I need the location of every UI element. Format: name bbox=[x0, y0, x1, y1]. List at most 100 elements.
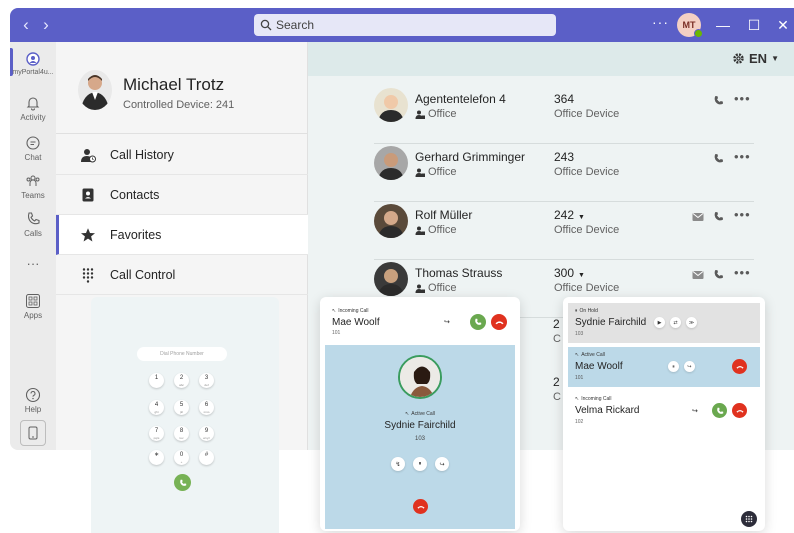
forward-call-icon[interactable]: ↪ bbox=[692, 407, 698, 415]
key-digit: 9 bbox=[204, 428, 209, 434]
more-options-icon[interactable]: ••• bbox=[734, 91, 751, 106]
hold-call-button[interactable]: ⏸ bbox=[668, 361, 679, 372]
maximize-button[interactable]: ☐ bbox=[743, 14, 765, 36]
dialpad-toggle-button[interactable] bbox=[741, 511, 757, 527]
rail-item-teams[interactable]: Teams bbox=[10, 172, 56, 200]
favorite-row[interactable]: Gerhard Grimminger Office 243 Office Device… bbox=[374, 144, 754, 202]
dial-number-input[interactable]: Dial Phone Number bbox=[137, 347, 227, 361]
chevron-down-icon[interactable]: ▼ bbox=[578, 272, 585, 279]
dialpad-key[interactable]: 2 abc bbox=[174, 373, 189, 388]
dialpad-key[interactable]: 1 bbox=[149, 373, 164, 388]
end-call-button[interactable] bbox=[413, 499, 428, 514]
nav-call-history[interactable]: Call History bbox=[56, 135, 308, 175]
contact-photo bbox=[374, 262, 408, 296]
chevron-down-icon[interactable]: ▼ bbox=[578, 214, 585, 221]
language-selector[interactable]: EN ▼ bbox=[732, 51, 779, 66]
forward-call-icon[interactable]: ↪ bbox=[444, 318, 450, 326]
mail-icon[interactable] bbox=[692, 270, 704, 280]
phone-icon bbox=[179, 479, 186, 486]
favorite-row[interactable]: Rolf Müller Office 242 ▼ Office Device ••• bbox=[374, 202, 754, 260]
dialpad-key[interactable]: 9 wxyz bbox=[199, 426, 214, 441]
dial-call-button[interactable] bbox=[174, 474, 191, 491]
location-label: Office bbox=[428, 166, 457, 178]
contact-photo bbox=[374, 204, 408, 238]
key-letters: mno bbox=[203, 410, 210, 414]
nav-label: Call Control bbox=[110, 267, 176, 282]
decline-call-button[interactable] bbox=[491, 314, 507, 330]
device-type: Office Device bbox=[554, 282, 620, 294]
device-number[interactable]: 242 ▼ bbox=[554, 208, 585, 222]
rail-more[interactable]: ··· bbox=[10, 256, 56, 271]
more-options-icon[interactable]: ··· bbox=[652, 14, 669, 30]
device-number-value: 243 bbox=[554, 150, 575, 164]
transfer-call-button[interactable]: ↯ bbox=[391, 457, 405, 471]
accept-call-button[interactable] bbox=[470, 314, 486, 330]
decline-call-button[interactable] bbox=[732, 403, 747, 418]
rail-item-activity[interactable]: Activity bbox=[10, 94, 56, 122]
rail-item-apps[interactable]: Apps bbox=[10, 292, 56, 320]
minimize-button[interactable]: — bbox=[712, 14, 734, 36]
office-people-icon bbox=[415, 226, 425, 235]
phone-icon[interactable] bbox=[713, 153, 724, 164]
forward-call-button[interactable]: ↪ bbox=[684, 361, 695, 372]
phone-icon bbox=[475, 318, 482, 325]
back-arrow-icon[interactable]: ‹ bbox=[16, 15, 36, 35]
dialpad-key[interactable]: 4 ghi bbox=[149, 400, 164, 415]
contact-location: Office bbox=[415, 166, 457, 178]
swap-call-button[interactable]: ⇄ bbox=[670, 317, 681, 328]
device-type: Office Device bbox=[554, 166, 620, 178]
forward-call-button[interactable]: ↪ bbox=[435, 457, 449, 471]
device-button[interactable] bbox=[20, 420, 46, 446]
dialpad-key[interactable]: 8 tuv bbox=[174, 426, 189, 441]
phone-icon[interactable] bbox=[713, 95, 724, 106]
contacts-book-icon bbox=[82, 188, 94, 201]
dialpad-key[interactable]: 7 pqrs bbox=[149, 426, 164, 441]
rail-item-chat[interactable]: Chat bbox=[10, 134, 56, 162]
forward-arrow-icon[interactable]: › bbox=[36, 15, 56, 35]
dialpad-key[interactable]: # bbox=[199, 450, 214, 465]
close-button[interactable]: ✕ bbox=[772, 14, 794, 36]
presence-available-icon bbox=[694, 29, 703, 38]
rail-item-calls[interactable]: Calls bbox=[10, 210, 56, 238]
dialpad-key[interactable]: ∗ bbox=[149, 450, 164, 465]
dialpad-icon bbox=[82, 267, 94, 283]
active-call-panel: ↖ Active Call Sydnie Fairchild 103 ↯ ⏸ ↪ bbox=[325, 345, 515, 529]
dialpad-key[interactable]: 3 def bbox=[199, 373, 214, 388]
nav-favorites[interactable]: Favorites bbox=[56, 215, 308, 255]
more-options-icon[interactable]: ••• bbox=[734, 207, 751, 222]
key-digit: 8 bbox=[179, 428, 184, 434]
dialpad-key[interactable]: 0 + bbox=[174, 450, 189, 465]
dialpad-key[interactable]: 6 mno bbox=[199, 400, 214, 415]
phone-icon[interactable] bbox=[713, 211, 724, 222]
key-digit: 0 bbox=[179, 452, 184, 458]
rail-item-myportal[interactable]: myPortal4u... bbox=[10, 50, 56, 76]
device-number: 364 bbox=[554, 92, 574, 106]
search-bar[interactable]: Search bbox=[254, 14, 556, 36]
location-label: Office bbox=[428, 224, 457, 236]
nav-contacts[interactable]: Contacts bbox=[56, 175, 308, 215]
key-letters: abc bbox=[179, 383, 184, 387]
mail-icon[interactable] bbox=[692, 212, 704, 222]
end-call-button[interactable] bbox=[732, 359, 747, 374]
key-letters: def bbox=[204, 383, 209, 387]
rail-label: myPortal4u... bbox=[12, 69, 54, 76]
device-number[interactable]: 300 ▼ bbox=[554, 266, 585, 280]
favorite-row[interactable]: Agententelefon 4 Office 364 Office Device ••… bbox=[374, 86, 754, 144]
chat-icon bbox=[26, 136, 40, 150]
phone-icon[interactable] bbox=[713, 269, 724, 280]
resume-call-button[interactable]: ▶ bbox=[654, 317, 665, 328]
rail-item-help[interactable]: Help bbox=[10, 386, 56, 414]
incoming-caller-number: 102 bbox=[575, 419, 584, 425]
contact-location: Office bbox=[415, 282, 457, 294]
accept-call-button[interactable] bbox=[712, 403, 727, 418]
contact-photo bbox=[374, 146, 408, 180]
conference-call-button[interactable]: ≫ bbox=[686, 317, 697, 328]
more-options-icon[interactable]: ••• bbox=[734, 149, 751, 164]
myportal-icon bbox=[26, 52, 40, 66]
hold-caller-number: 103 bbox=[575, 331, 584, 337]
nav-call-control[interactable]: Call Control bbox=[56, 255, 308, 295]
dialpad-key[interactable]: 5 jkl bbox=[174, 400, 189, 415]
device-number-value: 364 bbox=[554, 92, 575, 106]
hold-call-button[interactable]: ⏸ bbox=[413, 457, 427, 471]
more-options-icon[interactable]: ••• bbox=[734, 265, 751, 280]
